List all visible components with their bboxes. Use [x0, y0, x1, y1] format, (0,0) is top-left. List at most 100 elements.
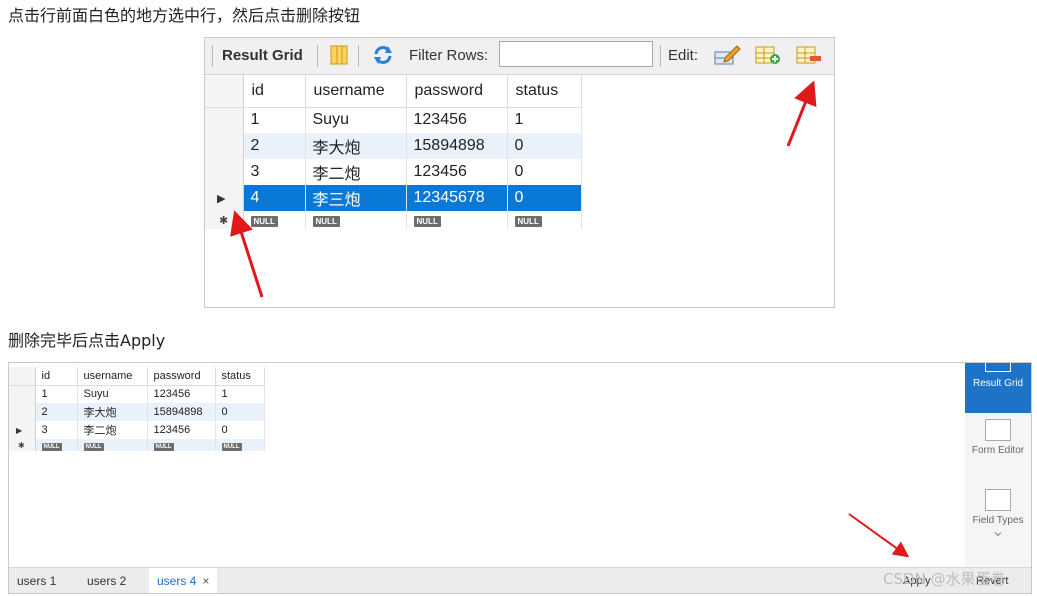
row-selector[interactable]: ✱ — [9, 439, 36, 451]
result-grid-panel-before: Result Grid Filter Rows: Edit: id userna… — [204, 37, 835, 308]
table-row[interactable]: 1 Suyu 123456 1 — [205, 107, 582, 133]
cell-status[interactable]: 1 — [507, 107, 582, 133]
new-row-star-icon: ✱ — [219, 215, 229, 227]
null-tag: NULL — [514, 216, 542, 227]
cell-id[interactable]: 1 — [243, 107, 306, 133]
side-button-label: Result Grid — [972, 378, 1023, 389]
cell-username[interactable]: 李大炮 — [77, 403, 148, 421]
cell-username[interactable]: 李二炮 — [77, 421, 148, 439]
side-button-form-editor[interactable]: Form Editor — [965, 419, 1031, 479]
column-header-username[interactable]: username — [77, 367, 148, 386]
form-grid-icon[interactable] — [328, 44, 352, 66]
cell-status[interactable]: 0 — [507, 159, 582, 185]
add-row-icon[interactable] — [754, 44, 782, 66]
edit-label: Edit: — [668, 47, 699, 64]
row-header-corner — [205, 75, 244, 108]
null-tag: NULL — [312, 216, 340, 227]
null-tag: NULL — [41, 443, 62, 451]
field-types-icon — [985, 489, 1011, 511]
cell-status[interactable]: 0 — [215, 421, 265, 439]
table-row[interactable]: 2 李大炮 15894898 0 — [205, 133, 582, 159]
tab-users-4[interactable]: users 4 × — [149, 568, 218, 593]
cell-username: NULL — [77, 439, 148, 451]
form-editor-icon — [985, 419, 1011, 441]
row-selector[interactable]: ▶ — [9, 421, 36, 439]
cell-password[interactable]: 123456 — [147, 385, 216, 403]
cell-id[interactable]: 3 — [35, 421, 78, 439]
column-header-username[interactable]: username — [305, 75, 407, 108]
column-header-status[interactable]: status — [215, 367, 265, 386]
cell-id[interactable]: 2 — [243, 133, 306, 159]
tab-users-2[interactable]: users 2 — [87, 574, 126, 588]
cell-password[interactable]: 123456 — [406, 159, 508, 185]
row-selector[interactable] — [205, 159, 244, 185]
side-panel: Result Grid Form Editor Field Types ⌄ — [965, 363, 1031, 567]
cell-id: NULL — [243, 211, 306, 229]
cell-username: NULL — [305, 211, 407, 229]
row-header-corner — [9, 367, 36, 386]
row-selector[interactable] — [9, 403, 36, 421]
new-row[interactable]: ✱ NULL NULL NULL NULL — [205, 211, 582, 229]
tab-users-1[interactable]: users 1 — [17, 574, 56, 588]
row-selector[interactable] — [205, 107, 244, 133]
header-row: id username password status — [9, 367, 265, 386]
refresh-icon[interactable] — [371, 44, 395, 66]
chevron-down-icon[interactable]: ⌄ — [965, 524, 1031, 540]
row-selector[interactable] — [9, 385, 36, 403]
row-selector[interactable]: ▶ — [205, 185, 244, 211]
result-grid-icon — [985, 363, 1011, 372]
cell-id: NULL — [35, 439, 78, 451]
cell-password[interactable]: 123456 — [406, 107, 508, 133]
cell-username[interactable]: 李大炮 — [305, 133, 407, 159]
caption-step1: 点击行前面白色的地方选中行，然后点击删除按钮 — [8, 6, 361, 25]
table-row[interactable]: 1 Suyu 123456 1 — [9, 385, 265, 403]
cell-id[interactable]: 1 — [35, 385, 78, 403]
cell-id[interactable]: 2 — [35, 403, 78, 421]
cell-password: NULL — [406, 211, 508, 229]
cell-username[interactable]: Suyu — [305, 107, 407, 133]
column-header-status[interactable]: status — [507, 75, 582, 108]
column-header-id[interactable]: id — [243, 75, 306, 108]
column-header-id[interactable]: id — [35, 367, 78, 386]
cell-id[interactable]: 3 — [243, 159, 306, 185]
side-button-result-grid[interactable]: Result Grid — [965, 363, 1031, 413]
cell-password[interactable]: 15894898 — [406, 133, 508, 159]
cell-status[interactable]: 0 — [507, 185, 582, 211]
new-row[interactable]: ✱ NULL NULL NULL NULL — [9, 439, 265, 451]
cell-username[interactable]: 李三炮 — [305, 185, 407, 211]
result-grid-table: id username password status 1 Suyu 12345… — [9, 367, 265, 451]
bottom-tab-bar: users 1 users 2 users 4 × Apply Revert — [9, 567, 1031, 593]
header-row: id username password status — [205, 75, 582, 108]
column-header-password[interactable]: password — [147, 367, 216, 386]
cell-username[interactable]: Suyu — [77, 385, 148, 403]
caption-step2: 删除完毕后点击Apply — [8, 331, 166, 350]
edit-row-icon[interactable] — [713, 44, 741, 66]
cell-password[interactable]: 123456 — [147, 421, 216, 439]
filter-rows-label: Filter Rows: — [409, 47, 489, 64]
close-icon[interactable]: × — [202, 574, 209, 588]
row-selector[interactable] — [205, 133, 244, 159]
cell-username[interactable]: 李二炮 — [305, 159, 407, 185]
cell-id[interactable]: 4 — [243, 185, 306, 211]
cell-password[interactable]: 12345678 — [406, 185, 508, 211]
new-row-star-icon: ✱ — [18, 441, 25, 450]
table-row[interactable]: 2 李大炮 15894898 0 — [9, 403, 265, 421]
table-row[interactable]: 3 李二炮 123456 0 — [205, 159, 582, 185]
row-selector[interactable]: ✱ — [205, 211, 244, 229]
cell-status[interactable]: 0 — [215, 403, 265, 421]
delete-row-icon[interactable] — [795, 44, 823, 66]
side-button-field-types[interactable]: Field Types ⌄ — [965, 489, 1031, 559]
cell-password[interactable]: 15894898 — [147, 403, 216, 421]
toolbar-separator — [317, 45, 318, 67]
toolbar-separator — [358, 45, 359, 67]
null-tag: NULL — [250, 216, 278, 227]
watermark: CSDN @水果蛋卷 — [883, 570, 1006, 588]
filter-rows-input[interactable] — [499, 41, 653, 67]
column-header-password[interactable]: password — [406, 75, 508, 108]
table-row-selected[interactable]: ▶ 4 李三炮 12345678 0 — [205, 185, 582, 211]
table-row[interactable]: ▶ 3 李二炮 123456 0 — [9, 421, 265, 439]
result-grid-panel-after: id username password status 1 Suyu 12345… — [8, 362, 1032, 594]
cell-status[interactable]: 1 — [215, 385, 265, 403]
cell-status[interactable]: 0 — [507, 133, 582, 159]
null-tag: NULL — [83, 443, 104, 451]
